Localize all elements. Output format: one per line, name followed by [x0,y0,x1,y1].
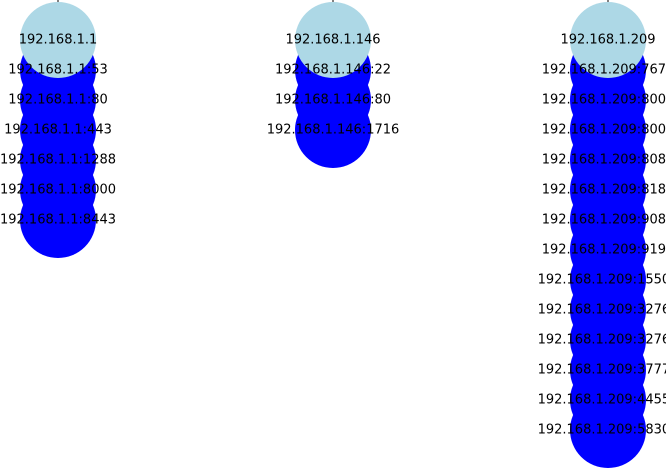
port-label: 192.168.1.209:32768 [538,303,666,318]
port-label: 192.168.1.209:58300 [538,423,666,438]
port-label: 192.168.1.1:8443 [0,213,116,228]
host-label: 192.168.1.209 [560,33,655,48]
port-label: 192.168.1.209:37777 [538,363,666,378]
port-label: 192.168.1.209:9080 [542,213,666,228]
port-label: 192.168.1.1:8000 [0,183,116,198]
labels: 192.168.1.1 192.168.1.1:53 192.168.1.1:80 1… [0,33,666,438]
port-label: 192.168.1.1:1288 [0,153,116,168]
port-label: 192.168.1.209:8008 [542,93,666,108]
port-label: 192.168.1.209:7676 [542,63,666,78]
port-label: 192.168.1.209:8009 [542,123,666,138]
port-label: 192.168.1.209:15500 [538,273,666,288]
host-label: 192.168.1.146 [285,33,380,48]
host-label: 192.168.1.1 [19,33,98,48]
network-graph: 192.168.1.1 192.168.1.1:53 192.168.1.1:80 1… [0,0,666,468]
port-label: 192.168.1.209:44556 [538,393,666,408]
port-label: 192.168.1.146:1716 [267,123,400,138]
port-label: 192.168.1.1:443 [4,123,112,138]
port-label: 192.168.1.209:8080 [542,153,666,168]
port-label: 192.168.1.1:53 [8,63,108,78]
port-label: 192.168.1.209:32769 [538,333,666,348]
port-label: 192.168.1.146:22 [275,63,391,78]
port-label: 192.168.1.209:8181 [542,183,666,198]
port-label: 192.168.1.1:80 [8,93,108,108]
port-label: 192.168.1.146:80 [275,93,391,108]
port-label: 192.168.1.209:9197 [542,243,666,258]
